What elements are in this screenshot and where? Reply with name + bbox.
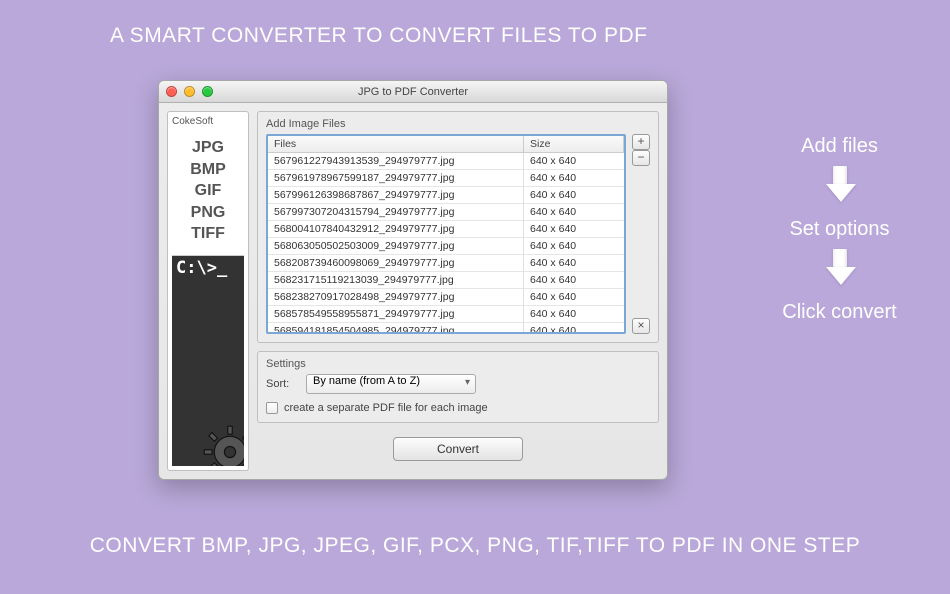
file-name-cell[interactable]: 567961978967599187_294979777.jpg [268,170,524,186]
convert-button[interactable]: Convert [393,437,523,461]
file-list-header: Files Size [268,136,624,153]
file-name-cell[interactable]: 567961227943913539_294979777.jpg [268,153,524,169]
step-set-options: Set options [767,218,912,241]
gear-icon [202,424,244,466]
sort-select[interactable]: By name (from A to Z) [306,374,476,394]
table-row[interactable]: 568208739460098069_294979777.jpg640 x 64… [268,255,624,272]
file-size-cell: 640 x 640 [524,323,624,334]
separate-pdf-label: create a separate PDF file for each imag… [284,402,488,414]
page-footer-headline: CONVERT BMP, JPG, JPEG, GIF, PCX, PNG, T… [0,534,950,558]
clear-files-button[interactable]: × [632,318,650,334]
steps-list: Add files Set options Click convert [767,135,912,332]
sidebar-formats: JPG BMP GIF PNG TIFF [172,131,244,255]
step-click-convert: Click convert [767,301,912,324]
format-bmp: BMP [172,159,244,181]
sidebar: CokeSoft JPG BMP GIF PNG TIFF C:\>_ [167,111,249,471]
file-size-cell: 640 x 640 [524,272,624,288]
settings-panel: Settings Sort: By name (from A to Z) cre… [257,351,659,423]
app-window: JPG to PDF Converter CokeSoft JPG BMP GI… [158,80,668,480]
file-size-cell: 640 x 640 [524,238,624,254]
sort-label: Sort: [266,378,298,390]
table-row[interactable]: 568238270917028498_294979777.jpg640 x 64… [268,289,624,306]
format-png: PNG [172,202,244,224]
table-row[interactable]: 567961227943913539_294979777.jpg640 x 64… [268,153,624,170]
file-name-cell[interactable]: 568578549558955871_294979777.jpg [268,306,524,322]
remove-file-button[interactable]: − [632,150,650,166]
file-size-cell: 640 x 640 [524,306,624,322]
prompt-icon: C:\>_ [176,258,227,278]
file-size-cell: 640 x 640 [524,221,624,237]
table-row[interactable]: 568578549558955871_294979777.jpg640 x 64… [268,306,624,323]
file-list[interactable]: Files Size 567961227943913539_294979777.… [266,134,626,334]
file-name-cell[interactable]: 568594181854504985_294979777.jpg [268,323,524,334]
separate-pdf-checkbox[interactable] [266,402,278,414]
file-size-cell: 640 x 640 [524,204,624,220]
col-files[interactable]: Files [268,136,524,152]
sidebar-brand: CokeSoft [172,116,244,127]
file-name-cell[interactable]: 568208739460098069_294979777.jpg [268,255,524,271]
add-file-button[interactable]: + [632,134,650,150]
page-headline: A SMART CONVERTER TO CONVERT FILES TO PD… [110,24,647,48]
table-row[interactable]: 567997307204315794_294979777.jpg640 x 64… [268,204,624,221]
files-panel: Add Image Files Files Size 5679612279439… [257,111,659,343]
file-name-cell[interactable]: 567997307204315794_294979777.jpg [268,204,524,220]
settings-panel-label: Settings [266,358,650,370]
file-size-cell: 640 x 640 [524,289,624,305]
step-add-files: Add files [767,135,912,158]
table-row[interactable]: 568063050502503009_294979777.jpg640 x 64… [268,238,624,255]
window-title: JPG to PDF Converter [159,86,667,98]
table-row[interactable]: 567996126398687867_294979777.jpg640 x 64… [268,187,624,204]
arrow-icon [826,249,854,287]
file-size-cell: 640 x 640 [524,153,624,169]
file-name-cell[interactable]: 568004107840432912_294979777.jpg [268,221,524,237]
col-size[interactable]: Size [524,136,624,152]
table-row[interactable]: 568004107840432912_294979777.jpg640 x 64… [268,221,624,238]
table-row[interactable]: 568594181854504985_294979777.jpg640 x 64… [268,323,624,334]
sidebar-graphic: C:\>_ [172,255,244,466]
file-size-cell: 640 x 640 [524,170,624,186]
file-size-cell: 640 x 640 [524,255,624,271]
format-jpg: JPG [172,137,244,159]
titlebar[interactable]: JPG to PDF Converter [159,81,667,103]
file-size-cell: 640 x 640 [524,187,624,203]
format-gif: GIF [172,180,244,202]
format-tiff: TIFF [172,223,244,245]
file-name-cell[interactable]: 568231715119213039_294979777.jpg [268,272,524,288]
file-name-cell[interactable]: 567996126398687867_294979777.jpg [268,187,524,203]
table-row[interactable]: 568231715119213039_294979777.jpg640 x 64… [268,272,624,289]
table-row[interactable]: 567961978967599187_294979777.jpg640 x 64… [268,170,624,187]
file-name-cell[interactable]: 568238270917028498_294979777.jpg [268,289,524,305]
arrow-icon [826,166,854,204]
file-name-cell[interactable]: 568063050502503009_294979777.jpg [268,238,524,254]
files-panel-label: Add Image Files [266,118,650,130]
